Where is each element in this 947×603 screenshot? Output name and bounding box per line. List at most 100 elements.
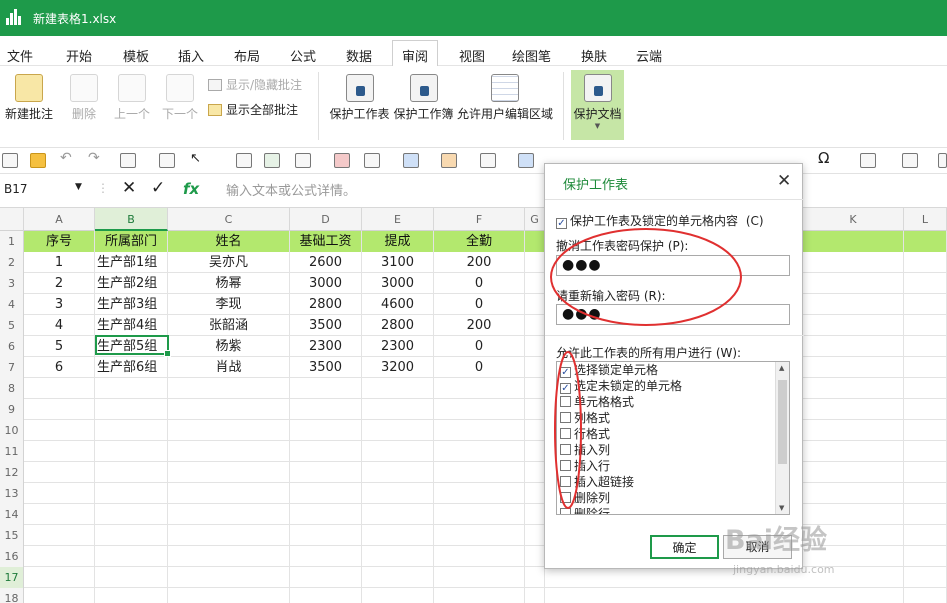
cell[interactable] xyxy=(904,357,947,378)
cell[interactable] xyxy=(362,525,434,546)
cell[interactable]: 3200 xyxy=(362,357,434,378)
cell[interactable] xyxy=(290,399,362,420)
cell[interactable]: 全勤 xyxy=(434,231,525,252)
cell[interactable] xyxy=(525,525,545,546)
cell[interactable] xyxy=(168,525,290,546)
cell[interactable] xyxy=(803,441,904,462)
prev-comment-button[interactable]: 上一个 xyxy=(112,70,152,122)
column-header[interactable]: D xyxy=(290,208,362,231)
table-style-icon[interactable] xyxy=(860,153,876,168)
tab-data[interactable]: 数据 xyxy=(346,46,372,65)
reenter-password-input[interactable]: ●●● xyxy=(556,304,790,325)
save-icon[interactable] xyxy=(120,153,136,168)
screenshot-icon[interactable] xyxy=(295,153,311,168)
cell[interactable] xyxy=(904,294,947,315)
cell[interactable] xyxy=(168,462,290,483)
cell[interactable]: 李现 xyxy=(168,294,290,315)
checkbox-checked-icon[interactable]: ✓ xyxy=(560,383,571,394)
checkbox-unchecked-icon[interactable] xyxy=(560,492,571,503)
show-hide-comment-button[interactable]: 显示/隐藏批注 xyxy=(208,76,302,93)
cell[interactable]: 序号 xyxy=(24,231,95,252)
cell[interactable]: 生产部2组 xyxy=(95,273,168,294)
column-header[interactable]: K xyxy=(803,208,904,231)
tab-template[interactable]: 模板 xyxy=(123,46,149,65)
cell[interactable]: 生产部6组 xyxy=(95,357,168,378)
protect-sheet-button[interactable]: 保护工作表 xyxy=(328,70,391,122)
row-header[interactable]: 15 xyxy=(0,525,24,546)
permission-option[interactable]: 插入列 xyxy=(557,442,789,458)
row-header[interactable]: 5 xyxy=(0,315,24,336)
cell[interactable]: 5 xyxy=(24,336,95,357)
delete-comment-button[interactable]: 删除 xyxy=(66,70,102,122)
cell[interactable] xyxy=(525,588,545,603)
ok-button[interactable]: 确定 xyxy=(650,535,719,559)
row-header[interactable]: 12 xyxy=(0,462,24,483)
cell[interactable] xyxy=(290,567,362,588)
cancel-formula-icon[interactable]: ✕ xyxy=(122,178,136,198)
cell[interactable] xyxy=(290,588,362,603)
cell[interactable] xyxy=(525,378,545,399)
cell[interactable] xyxy=(95,567,168,588)
cell[interactable] xyxy=(434,525,525,546)
cell[interactable] xyxy=(95,483,168,504)
cell-reference[interactable]: B17 xyxy=(4,182,28,196)
scroll-up-icon[interactable]: ▲ xyxy=(779,364,784,372)
cell[interactable] xyxy=(803,294,904,315)
row-header[interactable]: 16 xyxy=(0,546,24,567)
cell[interactable]: 0 xyxy=(434,294,525,315)
checkbox-unchecked-icon[interactable] xyxy=(560,412,571,423)
cell[interactable] xyxy=(525,483,545,504)
cell[interactable] xyxy=(904,231,947,252)
tab-home[interactable]: 开始 xyxy=(66,46,92,65)
cell[interactable] xyxy=(904,567,947,588)
checkbox-unchecked-icon[interactable] xyxy=(560,508,571,514)
cell[interactable]: 提成 xyxy=(362,231,434,252)
redo-icon[interactable]: ↷ xyxy=(88,150,104,166)
cell[interactable]: 3000 xyxy=(362,273,434,294)
row-header[interactable]: 9 xyxy=(0,399,24,420)
column-header[interactable]: C xyxy=(168,208,290,231)
column-header[interactable]: E xyxy=(362,208,434,231)
cell[interactable] xyxy=(525,567,545,588)
cell[interactable]: 生产部1组 xyxy=(95,252,168,273)
column-header[interactable]: F xyxy=(434,208,525,231)
cell[interactable] xyxy=(290,483,362,504)
scroll-down-icon[interactable]: ▼ xyxy=(779,504,784,512)
cell[interactable] xyxy=(168,483,290,504)
cell[interactable] xyxy=(525,315,545,336)
cell[interactable] xyxy=(904,546,947,567)
cell[interactable] xyxy=(525,399,545,420)
row-header[interactable]: 1 xyxy=(0,231,24,252)
cell[interactable]: 3500 xyxy=(290,357,362,378)
cell[interactable] xyxy=(803,588,904,603)
cell[interactable]: 生产部4组 xyxy=(95,315,168,336)
cell[interactable] xyxy=(803,252,904,273)
cell[interactable] xyxy=(290,441,362,462)
insert-function-icon[interactable]: fx xyxy=(183,180,199,198)
cell[interactable] xyxy=(904,252,947,273)
cell[interactable] xyxy=(24,462,95,483)
cell-reference-dropdown-icon[interactable]: ▼ xyxy=(75,182,82,192)
cell[interactable] xyxy=(290,504,362,525)
cell[interactable] xyxy=(803,420,904,441)
cell[interactable] xyxy=(904,399,947,420)
cell[interactable] xyxy=(168,567,290,588)
cell[interactable] xyxy=(168,378,290,399)
cell[interactable] xyxy=(24,567,95,588)
cell[interactable] xyxy=(525,504,545,525)
protect-contents-checkbox[interactable]: ✓ 保护工作表及锁定的单元格内容 (C) xyxy=(556,212,764,229)
cell[interactable] xyxy=(362,441,434,462)
cell[interactable] xyxy=(168,399,290,420)
cell[interactable]: 2300 xyxy=(290,336,362,357)
cell[interactable] xyxy=(168,420,290,441)
cell[interactable] xyxy=(290,420,362,441)
cell[interactable]: 姓名 xyxy=(168,231,290,252)
new-comment-button[interactable]: 新建批注 xyxy=(3,70,55,122)
list-scrollbar[interactable]: ▲ ▼ xyxy=(775,362,789,514)
cell[interactable]: 2 xyxy=(24,273,95,294)
cell[interactable]: 所属部门 xyxy=(95,231,168,252)
selected-cell-b17[interactable] xyxy=(95,335,171,357)
cell[interactable] xyxy=(362,399,434,420)
cell[interactable]: 6 xyxy=(24,357,95,378)
permission-option[interactable]: 插入超链接 xyxy=(557,474,789,490)
